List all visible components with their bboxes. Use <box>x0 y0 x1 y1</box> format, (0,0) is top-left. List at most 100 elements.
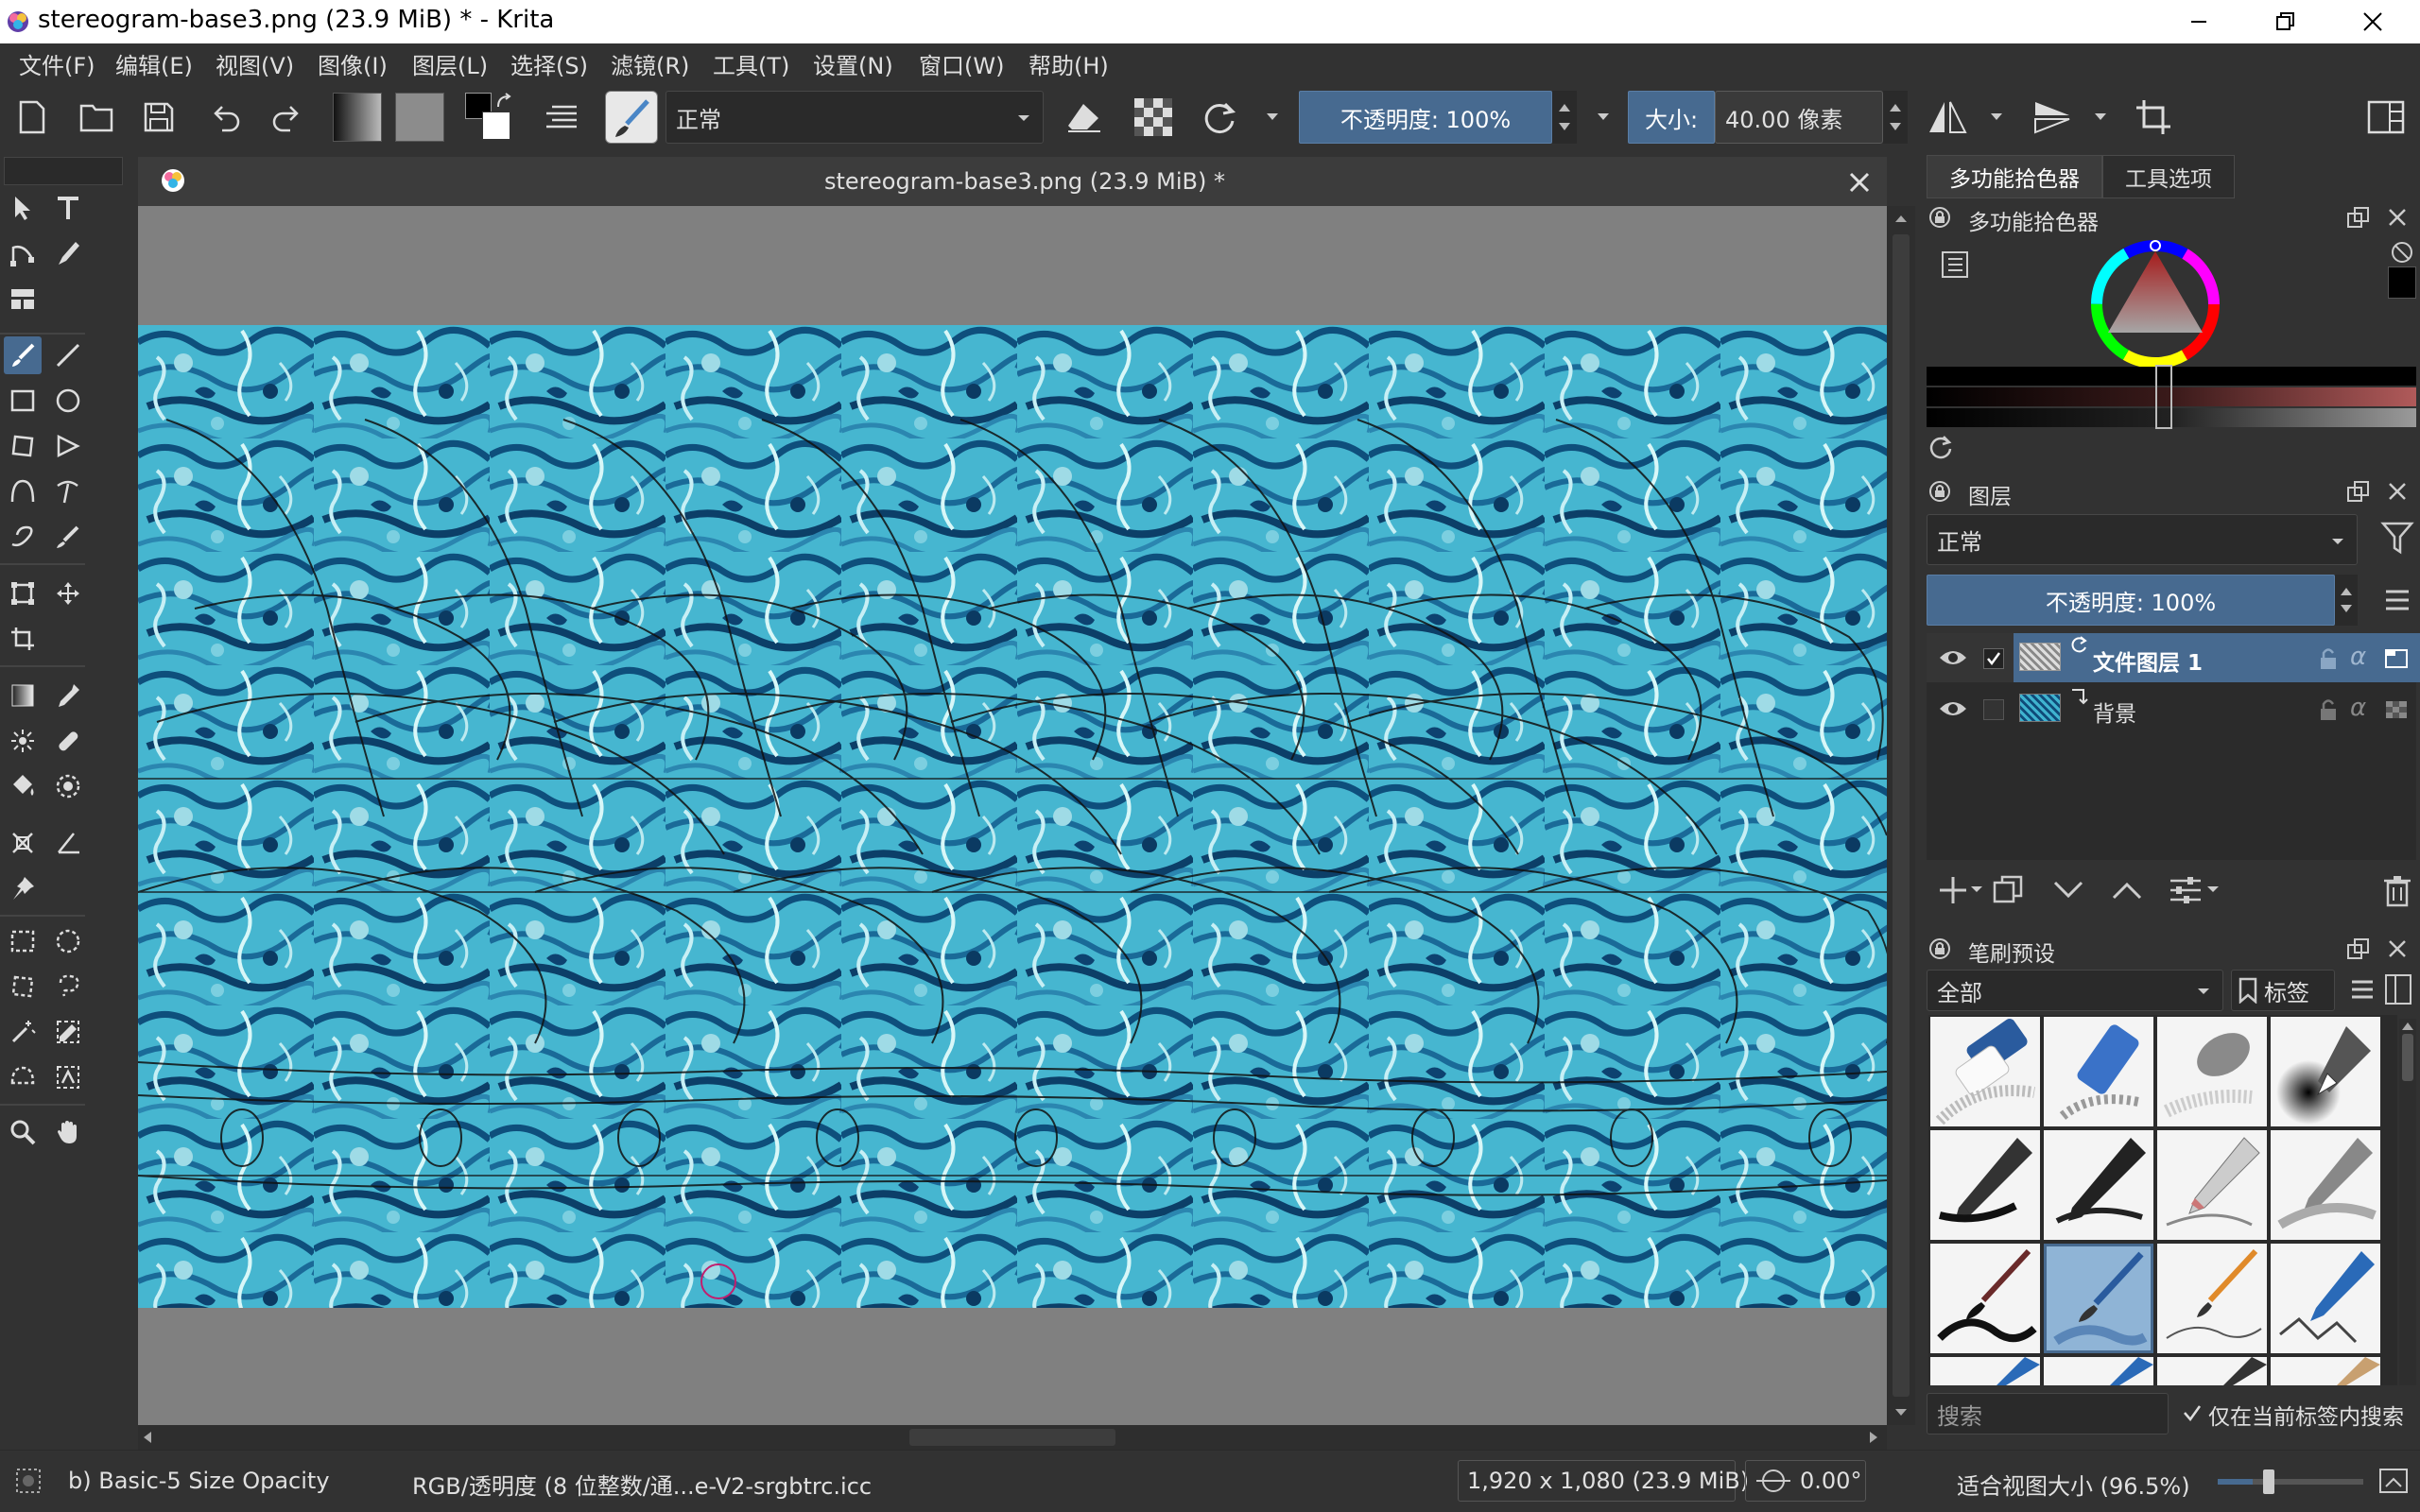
scroll-right-icon[interactable] <box>1868 1431 1879 1444</box>
chevron-down-icon[interactable] <box>2093 112 2108 123</box>
layer-opacity-slider[interactable]: 不透明度: 100% <box>1927 575 2335 626</box>
brush-preset-sketch-pencil[interactable] <box>2271 1244 2380 1353</box>
move-tool[interactable] <box>49 575 87 612</box>
brush-search-input[interactable]: 搜索 <box>1927 1393 2169 1435</box>
layer-row[interactable]: 文件图层 1 α <box>1927 633 2420 682</box>
brush-preset-fine-brush[interactable] <box>2157 1244 2267 1353</box>
magnetic-selection-tool[interactable] <box>49 1058 87 1096</box>
layer-properties-icon[interactable] <box>2167 873 2204 907</box>
canvas-area[interactable] <box>138 206 1887 1425</box>
transform-tool[interactable] <box>4 575 42 612</box>
workspace-button[interactable] <box>2363 96 2409 138</box>
horizontal-scrollbar[interactable] <box>138 1425 1887 1450</box>
refresh-icon[interactable] <box>1927 433 1955 461</box>
reload-preset-button[interactable] <box>1197 96 1242 138</box>
brush-preset-crayon[interactable] <box>2271 1357 2380 1385</box>
scroll-left-icon[interactable] <box>142 1431 153 1444</box>
open-document-button[interactable] <box>76 96 117 138</box>
assistant-tool[interactable] <box>4 824 42 862</box>
new-document-button[interactable] <box>11 96 53 138</box>
measure-tool[interactable] <box>49 824 87 862</box>
undo-button[interactable] <box>206 96 248 138</box>
calligraphy-tool[interactable] <box>49 234 87 272</box>
smart-patch-tool[interactable] <box>4 280 42 318</box>
filter-icon[interactable] <box>2380 520 2414 558</box>
menu-help[interactable]: 帮助(H) <box>1028 47 1109 80</box>
color-sampler-tool[interactable] <box>49 677 87 714</box>
brush-preset-pencil-2[interactable] <box>2271 1130 2380 1240</box>
brush-size-field[interactable]: 40.00 像素 <box>1715 91 1883 144</box>
add-layer-icon[interactable] <box>1936 873 1970 907</box>
menu-view[interactable]: 视图(V) <box>216 47 294 80</box>
size-spin-buttons[interactable] <box>1883 91 1908 144</box>
brush-preset-button[interactable] <box>605 91 658 144</box>
fit-view-icon[interactable] <box>2378 1468 2409 1494</box>
rectangular-selection-tool[interactable] <box>4 922 42 960</box>
brush-preset-eraser-soft[interactable] <box>1930 1017 2040 1126</box>
freehand-brush-tool[interactable] <box>4 336 42 374</box>
select-shapes-tool[interactable] <box>4 189 42 227</box>
multibrush-tool[interactable] <box>49 518 87 556</box>
horizontal-scroll-thumb[interactable] <box>909 1429 1115 1446</box>
reference-images-tool[interactable] <box>4 869 42 907</box>
menu-layer[interactable]: 图层(L) <box>412 47 488 80</box>
vertical-scrollbar[interactable] <box>1887 206 1915 1425</box>
delete-layer-icon[interactable] <box>2380 873 2414 909</box>
elliptical-selection-tool[interactable] <box>49 922 87 960</box>
minimize-button[interactable] <box>2155 0 2242 43</box>
blend-mode-select[interactable]: 正常 <box>666 91 1044 144</box>
tab-tool-options[interactable]: 工具选项 <box>2102 155 2235 198</box>
menu-settings[interactable]: 设置(N) <box>813 47 893 80</box>
polygon-tool[interactable] <box>4 427 42 465</box>
rectangle-tool[interactable] <box>4 382 42 420</box>
lock-icon[interactable] <box>1928 206 1951 229</box>
gradient-tool[interactable] <box>4 677 42 714</box>
menu-icon[interactable] <box>2380 584 2414 618</box>
menu-tools[interactable]: 工具(T) <box>713 47 789 80</box>
move-layer-down-icon[interactable] <box>2051 875 2085 905</box>
duplicate-layer-icon[interactable] <box>1991 873 2025 907</box>
close-document-icon[interactable] <box>1847 170 1872 195</box>
float-docker-icon[interactable] <box>2346 480 2371 503</box>
menu-filter[interactable]: 滤镜(R) <box>611 47 689 80</box>
color-swatches-button[interactable] <box>463 91 516 144</box>
freehand-selection-tool[interactable] <box>49 968 87 1005</box>
menu-image[interactable]: 图像(I) <box>318 47 388 80</box>
layer-lock-icon[interactable] <box>2318 697 2339 722</box>
save-button[interactable] <box>138 96 180 138</box>
tag-button[interactable]: 标签 <box>2231 970 2335 1011</box>
layer-lock-icon[interactable] <box>2318 646 2339 671</box>
similar-color-selection-tool[interactable] <box>49 1013 87 1051</box>
layer-opacity-spin-buttons[interactable] <box>2335 575 2358 626</box>
pattern-preset-button[interactable] <box>395 93 444 142</box>
eye-icon[interactable] <box>1938 697 1968 720</box>
preserve-alpha-button[interactable] <box>1131 96 1176 138</box>
brush-preset-eraser-soft-grey[interactable] <box>2157 1017 2267 1126</box>
gradient-preset-button[interactable] <box>333 93 382 142</box>
layer-row[interactable]: 背景 α <box>1927 684 2420 733</box>
dynamic-brush-tool[interactable] <box>4 518 42 556</box>
menu-file[interactable]: 文件(F) <box>19 47 95 80</box>
inherit-alpha-icon[interactable] <box>2384 646 2409 669</box>
freehand-path-tool[interactable] <box>49 472 87 510</box>
no-color-icon[interactable] <box>2390 240 2414 265</box>
crop-tool[interactable] <box>4 620 42 658</box>
chevron-down-icon[interactable] <box>1265 112 1280 123</box>
brush-preset-marker-2[interactable] <box>2044 1357 2153 1385</box>
brush-grid-scrollbar[interactable] <box>2399 1019 2416 1385</box>
lock-icon[interactable] <box>1928 937 1951 960</box>
brush-preset-eraser-blue[interactable] <box>2044 1017 2153 1126</box>
contiguous-selection-tool[interactable] <box>4 1013 42 1051</box>
only-current-tag-label[interactable]: 仅在当前标签内搜索 <box>2208 1399 2404 1431</box>
enclose-fill-tool[interactable] <box>49 767 87 805</box>
eye-icon[interactable] <box>1938 646 1968 669</box>
eraser-mode-button[interactable] <box>1061 96 1106 138</box>
redo-button[interactable] <box>265 96 306 138</box>
float-docker-icon[interactable] <box>2346 937 2371 960</box>
line-tool[interactable] <box>49 336 87 374</box>
polygonal-selection-tool[interactable] <box>4 968 42 1005</box>
tab-color-selector[interactable]: 多功能拾色器 <box>1927 155 2102 198</box>
alpha-lock-icon[interactable]: α <box>2350 643 2366 671</box>
brush-preset-airbrush[interactable] <box>2271 1017 2380 1126</box>
polyline-tool[interactable] <box>49 427 87 465</box>
